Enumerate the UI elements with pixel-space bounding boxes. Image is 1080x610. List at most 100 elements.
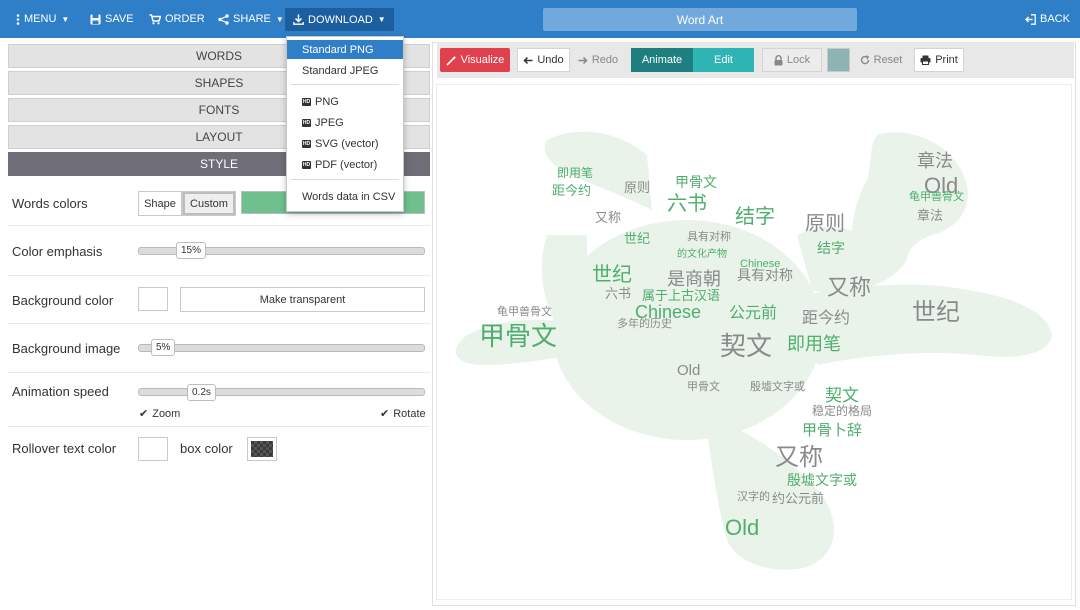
cloud-word: 六书: [667, 192, 707, 215]
animation-speed-slider[interactable]: [138, 388, 425, 396]
cloud-word: 龟甲兽骨文: [909, 189, 964, 203]
accordion-label: LAYOUT: [195, 130, 243, 144]
menu-button[interactable]: MENU ▼: [16, 0, 69, 38]
animate-button[interactable]: Animate: [631, 48, 693, 72]
button-label: Print: [935, 54, 958, 66]
menu-item-label: Standard PNG: [302, 43, 374, 56]
menu-divider: [291, 179, 399, 180]
menu-item-jpeg[interactable]: HD JPEG: [287, 113, 403, 132]
word-cloud-canvas[interactable]: 甲骨文 契文 又称 又称 世纪 世纪 章法 Old Old Chinese 结字…: [436, 84, 1072, 600]
cloud-word: 契文: [825, 386, 859, 405]
menu-item-standard-jpeg[interactable]: Standard JPEG: [287, 61, 403, 80]
back-button[interactable]: BACK: [1025, 0, 1070, 38]
edit-button[interactable]: Edit: [693, 48, 754, 72]
color-emphasis-label: Color emphasis: [12, 244, 103, 259]
title-text: Word Art: [676, 12, 724, 27]
option-label: Shape: [144, 197, 176, 210]
redo-button[interactable]: Redo: [572, 48, 624, 72]
top-bar: MENU ▼ SAVE ORDER SHARE ▼ DOWNLOAD ▼ Wor…: [0, 0, 1080, 38]
download-label: DOWNLOAD: [308, 13, 373, 26]
menu-item-words-csv[interactable]: Words data in CSV: [287, 187, 403, 206]
box-color-swatch[interactable]: [247, 437, 277, 461]
menu-item-png[interactable]: HD PNG: [287, 92, 403, 111]
download-button[interactable]: DOWNLOAD ▼: [285, 8, 394, 31]
button-label: Visualize: [460, 54, 505, 66]
option-label: Custom: [190, 197, 228, 210]
background-color-swatch[interactable]: [138, 287, 168, 311]
color-emphasis-handle[interactable]: 15%: [176, 242, 207, 259]
cloud-word: 稳定的格局: [812, 403, 872, 418]
printer-icon: [920, 55, 931, 65]
button-label: Undo: [537, 54, 564, 66]
cloud-word: 甲骨文: [687, 379, 720, 393]
lock-color-swatch[interactable]: [827, 48, 850, 72]
print-button[interactable]: Print: [914, 48, 964, 72]
button-label: Lock: [786, 54, 811, 66]
zoom-checkbox[interactable]: ✔ Zoom: [139, 407, 180, 421]
box-color-label: box color: [180, 441, 233, 456]
background-image-slider[interactable]: [138, 344, 425, 352]
visualize-button[interactable]: Visualize: [440, 48, 510, 72]
slider-value: 0.2s: [192, 387, 211, 398]
animation-speed-handle[interactable]: 0.2s: [187, 384, 216, 401]
cloud-word: 结字: [817, 240, 845, 256]
cloud-word: Old: [677, 362, 700, 379]
divider: [8, 426, 430, 427]
rotate-checkbox[interactable]: ✔ Rotate: [380, 407, 426, 421]
download-icon: [293, 14, 304, 25]
order-button[interactable]: ORDER: [149, 0, 205, 38]
rollover-text-color-label: Rollover text color: [12, 441, 117, 456]
cloud-word: 龟甲兽骨文: [497, 304, 552, 318]
menu-divider: [291, 84, 399, 85]
download-menu: Standard PNG Standard JPEG HD PNG HD JPEG …: [286, 36, 404, 212]
caret-down-icon: ▼: [61, 14, 70, 24]
checker-pattern: [251, 441, 273, 457]
accordion-label: SHAPES: [194, 76, 244, 90]
shape-color-option[interactable]: Shape: [138, 191, 182, 216]
menu-item-svg[interactable]: HD SVG (vector): [287, 134, 403, 153]
cloud-word: 章法: [917, 208, 943, 223]
caret-down-icon: ▼: [377, 15, 386, 24]
custom-color-option[interactable]: Custom: [182, 191, 236, 216]
hd-icon: HD: [302, 97, 311, 106]
divider: [8, 323, 430, 324]
make-transparent-button[interactable]: Make transparent: [180, 287, 425, 312]
cart-icon: [149, 13, 161, 24]
cloud-word: 结字: [735, 205, 775, 228]
divider: [8, 225, 430, 226]
hd-icon: HD: [302, 118, 311, 127]
background-color-label: Background color: [12, 293, 114, 308]
background-image-handle[interactable]: 5%: [151, 339, 176, 356]
checkbox-label: Rotate: [393, 407, 426, 420]
hd-icon: HD: [302, 160, 311, 169]
menu-item-standard-png[interactable]: Standard PNG: [287, 40, 403, 59]
cloud-word: 距今约: [552, 183, 591, 198]
share-button[interactable]: SHARE ▼: [218, 0, 284, 38]
magic-wand-icon: [446, 55, 457, 66]
menu-item-label: JPEG: [315, 116, 344, 129]
checkmark-icon: ✔: [139, 408, 149, 420]
undo-button[interactable]: Undo: [517, 48, 570, 72]
reset-button[interactable]: Reset: [855, 48, 907, 72]
menu-item-label: SVG (vector): [315, 137, 379, 150]
menu-item-pdf[interactable]: HD PDF (vector): [287, 155, 403, 174]
slider-value: 5%: [156, 342, 171, 353]
accordion-label: FONTS: [198, 103, 240, 117]
button-label: Reset: [873, 54, 903, 66]
cloud-word: 多年的历史: [617, 316, 672, 330]
cloud-word: 殷墟文字或: [750, 379, 805, 393]
divider: [8, 372, 430, 373]
lock-icon: [774, 54, 783, 65]
save-button[interactable]: SAVE: [90, 0, 134, 38]
menu-item-label: PDF (vector): [315, 158, 378, 171]
button-label: Edit: [714, 54, 733, 66]
menu-label: MENU: [24, 13, 57, 25]
cloud-word: 即用笔: [557, 165, 593, 180]
slider-value: 15%: [181, 245, 202, 256]
words-colors-label: Words colors: [12, 196, 88, 211]
lock-button[interactable]: Lock: [762, 48, 822, 72]
cloud-word: 汉字的: [737, 489, 770, 503]
title-input[interactable]: Word Art: [543, 8, 857, 31]
rollover-text-color-swatch[interactable]: [138, 437, 168, 461]
hd-icon: HD: [302, 139, 311, 148]
